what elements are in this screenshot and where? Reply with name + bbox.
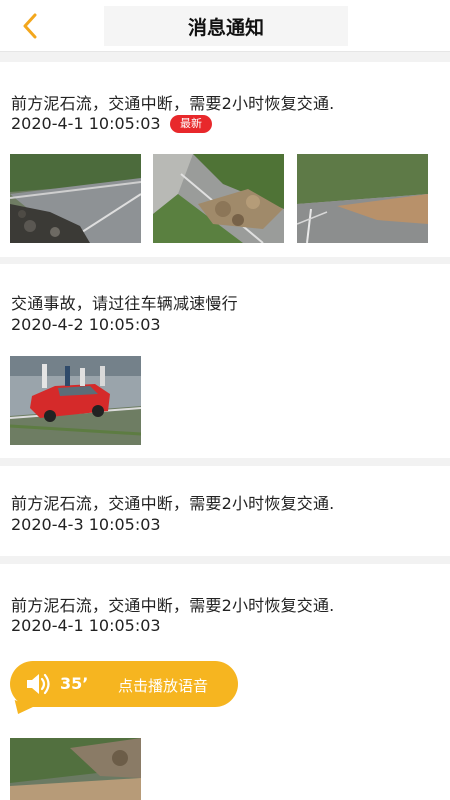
notification-message: 前方泥石流，交通中断，需要2小时恢复交通. — [11, 94, 335, 113]
mudslide-mountain-photo[interactable] — [10, 738, 141, 800]
new-badge: 最新 — [170, 115, 212, 133]
rockfall-highway-image — [153, 154, 284, 243]
rockfall-highway-photo[interactable] — [153, 154, 284, 243]
play-voice-button[interactable]: 35’ 点击播放语音 — [10, 661, 238, 719]
mudslide-road-image — [297, 154, 428, 243]
notification-message: 前方泥石流，交通中断，需要2小时恢复交通. — [11, 596, 335, 615]
notification-time: 2020-4-3 10:05:03 — [11, 515, 161, 534]
back-button[interactable] — [16, 11, 44, 41]
mudslide-mountain-image — [10, 738, 141, 800]
mudslide-road-photo[interactable] — [297, 154, 428, 243]
play-voice-label: 点击播放语音 — [118, 677, 209, 695]
navigation-bar: 消息通知 — [0, 0, 450, 52]
page-title-box: 消息通知 — [104, 6, 348, 46]
car-accident-image — [10, 356, 141, 445]
speaker-icon — [27, 673, 50, 695]
notification-time: 2020-4-1 10:05:03 — [11, 616, 161, 635]
landslide-road-image — [10, 154, 141, 243]
landslide-road-photo[interactable] — [10, 154, 141, 243]
chevron-left-icon — [23, 13, 37, 39]
car-accident-photo[interactable] — [10, 356, 141, 445]
notification-message: 交通事故，请过往车辆减速慢行 — [11, 294, 238, 313]
notification-time: 2020-4-2 10:05:03 — [11, 315, 161, 334]
notification-card[interactable]: 前方泥石流，交通中断，需要2小时恢复交通. 2020-4-3 10:05:03 — [0, 466, 450, 556]
notification-time: 2020-4-1 10:05:03 — [11, 114, 161, 133]
page-title: 消息通知 — [187, 16, 264, 39]
notification-card[interactable]: 交通事故，请过往车辆减速慢行 2020-4-2 10:05:03 — [0, 264, 450, 458]
notification-card[interactable]: 前方泥石流，交通中断，需要2小时恢复交通. 2020-4-1 10:05:03 … — [0, 62, 450, 257]
notification-message: 前方泥石流，交通中断，需要2小时恢复交通. — [11, 494, 335, 513]
voice-duration: 35’ — [60, 674, 89, 693]
